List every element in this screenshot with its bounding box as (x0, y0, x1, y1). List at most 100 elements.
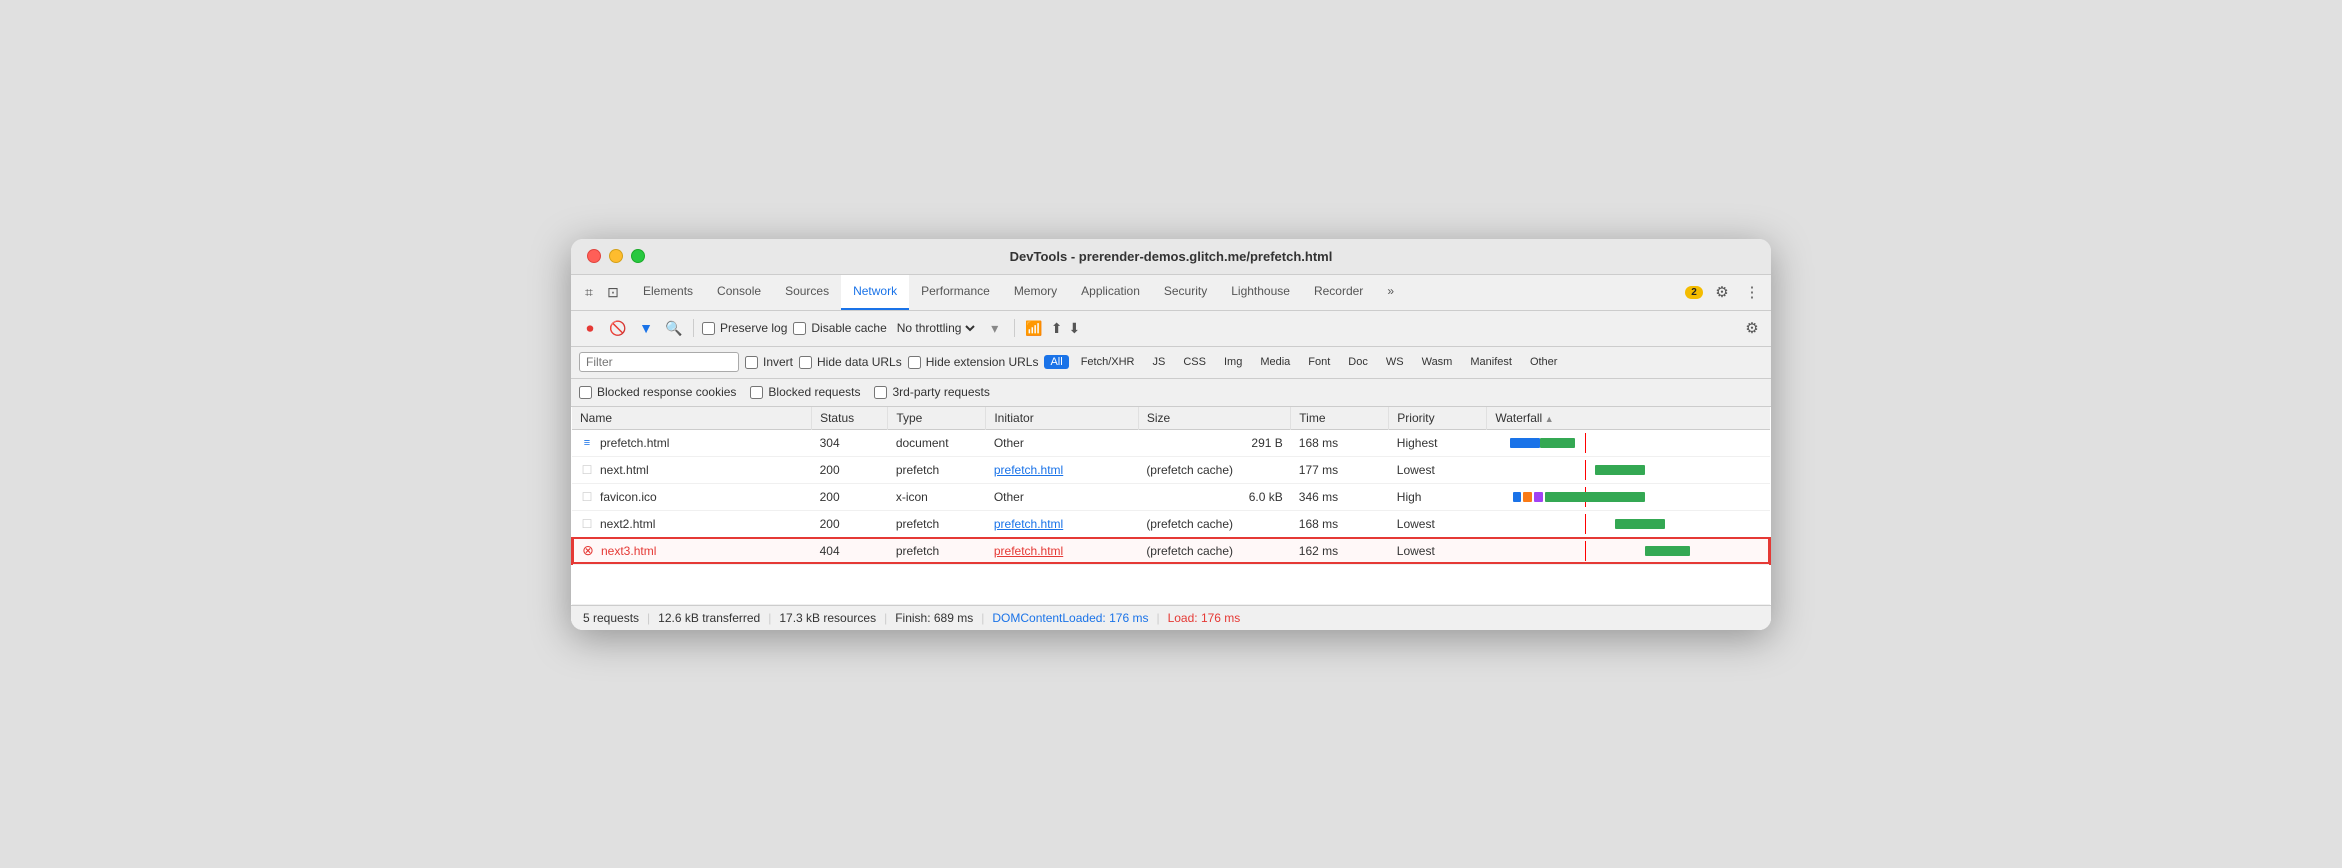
throttle-down-icon[interactable]: ▾ (984, 317, 1006, 339)
hide-ext-label[interactable]: Hide extension URLs (908, 355, 1039, 369)
more-menu-icon[interactable]: ⋮ (1741, 281, 1763, 303)
devtools-window: DevTools - prerender-demos.glitch.me/pre… (571, 239, 1771, 630)
table-row[interactable]: ☐ favicon.ico 200 x-icon Other 6.0 kB 34… (572, 483, 1770, 510)
tab-memory[interactable]: Memory (1002, 275, 1069, 310)
filter-media[interactable]: Media (1254, 355, 1296, 369)
filename[interactable]: favicon.ico (600, 490, 657, 504)
tab-more[interactable]: » (1375, 275, 1406, 310)
table-row[interactable]: ☐ next2.html 200 prefetch prefetch.html … (572, 510, 1770, 537)
filter-font[interactable]: Font (1302, 355, 1336, 369)
disable-cache-checkbox[interactable] (793, 322, 806, 335)
tab-sources[interactable]: Sources (773, 275, 841, 310)
tabs-right: 2 ⚙ ⋮ (1685, 281, 1763, 303)
tab-recorder[interactable]: Recorder (1302, 275, 1375, 310)
cell-time: 177 ms (1291, 456, 1389, 483)
cell-type: prefetch (888, 537, 986, 564)
filter-js[interactable]: JS (1147, 355, 1172, 369)
cell-time: 162 ms (1291, 537, 1389, 564)
hide-data-urls-label[interactable]: Hide data URLs (799, 355, 902, 369)
col-time[interactable]: Time (1291, 407, 1389, 430)
preserve-log-label[interactable]: Preserve log (702, 321, 787, 335)
col-waterfall[interactable]: Waterfall (1487, 407, 1770, 430)
inspect-icon[interactable]: ⌗ (579, 282, 599, 302)
filter-doc[interactable]: Doc (1342, 355, 1374, 369)
tab-elements[interactable]: Elements (631, 275, 705, 310)
disable-cache-label[interactable]: Disable cache (793, 321, 886, 335)
close-button[interactable] (587, 249, 601, 263)
hide-data-urls-checkbox[interactable] (799, 356, 812, 369)
divider-1 (693, 319, 694, 337)
invert-checkbox[interactable] (745, 356, 758, 369)
col-priority[interactable]: Priority (1389, 407, 1487, 430)
cell-waterfall (1487, 483, 1770, 510)
tab-console[interactable]: Console (705, 275, 773, 310)
download-icon[interactable]: ⬇ (1068, 320, 1080, 337)
col-type[interactable]: Type (888, 407, 986, 430)
invert-label[interactable]: Invert (745, 355, 793, 369)
preserve-log-checkbox[interactable] (702, 322, 715, 335)
cell-time: 168 ms (1291, 510, 1389, 537)
tab-network[interactable]: Network (841, 275, 909, 310)
upload-icon[interactable]: ⬆ (1051, 320, 1063, 337)
filter-other[interactable]: Other (1524, 355, 1564, 369)
filter-all[interactable]: All (1044, 355, 1068, 369)
blocked-requests-checkbox[interactable] (750, 386, 763, 399)
initiator-link[interactable]: prefetch.html (994, 517, 1063, 531)
col-name[interactable]: Name (572, 407, 812, 430)
maximize-button[interactable] (631, 249, 645, 263)
blocked-cookies-label[interactable]: Blocked response cookies (579, 385, 736, 399)
filename[interactable]: prefetch.html (600, 436, 669, 450)
col-size[interactable]: Size (1138, 407, 1290, 430)
document-icon: ≡ (580, 436, 594, 450)
dom-content-loaded: DOMContentLoaded: 176 ms (992, 611, 1148, 625)
table-row[interactable]: ☐ next.html 200 prefetch prefetch.html (… (572, 456, 1770, 483)
table-empty-row (572, 564, 1770, 604)
network-settings-icon[interactable]: ⚙ (1741, 317, 1763, 339)
filter-ws[interactable]: WS (1380, 355, 1410, 369)
blocked-cookies-checkbox[interactable] (579, 386, 592, 399)
cell-initiator: prefetch.html (986, 456, 1138, 483)
filter-icon[interactable]: ▼ (635, 317, 657, 339)
record-stop-button[interactable]: ⏺ (579, 317, 601, 339)
filename[interactable]: next.html (600, 463, 649, 477)
filter-manifest[interactable]: Manifest (1464, 355, 1518, 369)
wifi-icon[interactable]: 📶 (1023, 317, 1045, 339)
cell-name: ☐ next.html (572, 456, 812, 483)
filter-img[interactable]: Img (1218, 355, 1248, 369)
cell-size: (prefetch cache) (1138, 456, 1290, 483)
col-initiator[interactable]: Initiator (986, 407, 1138, 430)
table-row[interactable]: ≡ prefetch.html 304 document Other 291 B… (572, 429, 1770, 456)
cell-initiator: prefetch.html (986, 510, 1138, 537)
checkbox-icon: ☐ (580, 463, 594, 477)
filter-input[interactable] (579, 352, 739, 372)
cell-status: 404 (812, 537, 888, 564)
error-icon: ⊗ (581, 544, 595, 558)
device-icon[interactable]: ⊡ (603, 282, 623, 302)
tab-security[interactable]: Security (1152, 275, 1219, 310)
initiator-link[interactable]: prefetch.html (994, 544, 1063, 558)
network-table-wrapper: Name Status Type Initiator Size Time Pri… (571, 407, 1771, 605)
filter-fetch-xhr[interactable]: Fetch/XHR (1075, 355, 1141, 369)
hide-ext-checkbox[interactable] (908, 356, 921, 369)
tab-lighthouse[interactable]: Lighthouse (1219, 275, 1302, 310)
search-icon[interactable]: 🔍 (663, 317, 685, 339)
throttle-select[interactable]: No throttling Fast 3G Slow 3G Offline (893, 320, 978, 336)
blocked-requests-label[interactable]: Blocked requests (750, 385, 860, 399)
filename[interactable]: next3.html (601, 544, 656, 558)
filename[interactable]: next2.html (600, 517, 655, 531)
filter-css[interactable]: CSS (1177, 355, 1212, 369)
tab-performance[interactable]: Performance (909, 275, 1002, 310)
cell-size: (prefetch cache) (1138, 537, 1290, 564)
filter-wasm[interactable]: Wasm (1416, 355, 1459, 369)
third-party-checkbox[interactable] (874, 386, 887, 399)
table-row[interactable]: ⊗ next3.html 404 prefetch prefetch.html … (572, 537, 1770, 564)
initiator-link[interactable]: prefetch.html (994, 463, 1063, 477)
clear-button[interactable]: 🚫 (607, 317, 629, 339)
col-status[interactable]: Status (812, 407, 888, 430)
tab-application[interactable]: Application (1069, 275, 1152, 310)
divider-2 (1014, 319, 1015, 337)
settings-icon[interactable]: ⚙ (1711, 281, 1733, 303)
third-party-label[interactable]: 3rd-party requests (874, 385, 989, 399)
cell-size: 291 B (1138, 429, 1290, 456)
minimize-button[interactable] (609, 249, 623, 263)
